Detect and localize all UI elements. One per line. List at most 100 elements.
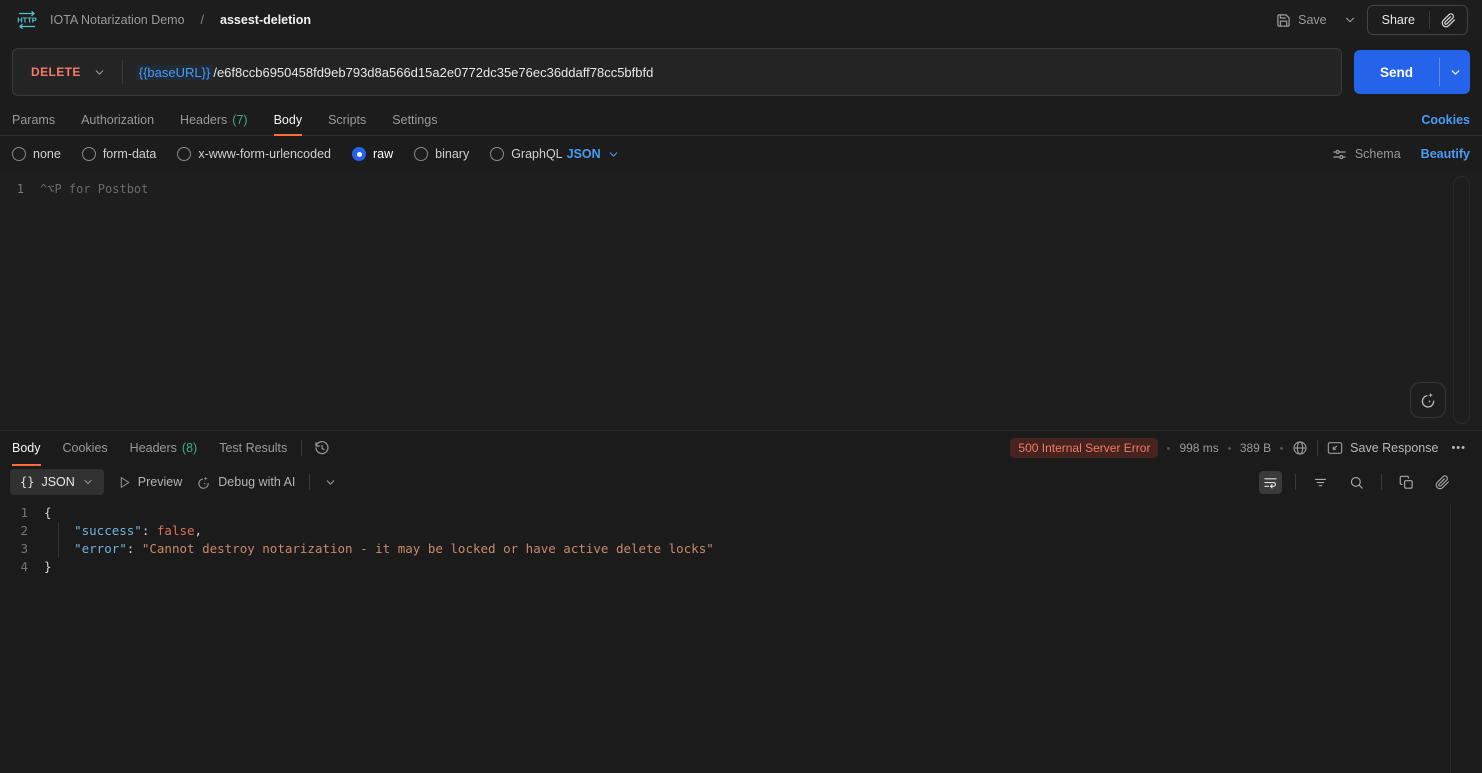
app-window: HTTP IOTA Notarization Demo / assest-del… <box>0 0 1482 773</box>
response-tab-body[interactable]: Body <box>12 431 41 465</box>
header-actions: Save Share <box>1270 5 1468 35</box>
postbot-button[interactable] <box>1410 382 1446 418</box>
code-text: "error": "Cannot destroy notarization - … <box>44 540 714 558</box>
breadcrumb: HTTP IOTA Notarization Demo / assest-del… <box>14 10 311 30</box>
token-string: "Cannot destroy notarization - it may be… <box>142 541 714 556</box>
response-tabs-row: Body Cookies Headers(8) Test Results 500 In… <box>0 431 1482 465</box>
share-button[interactable]: Share <box>1368 6 1429 34</box>
search-icon[interactable] <box>1345 471 1368 494</box>
token-punct: : <box>142 523 157 538</box>
filter-icon[interactable] <box>1309 471 1332 494</box>
body-mode-label: GraphQL <box>511 147 562 161</box>
beautify-button[interactable]: Beautify <box>1421 147 1470 161</box>
save-response-icon <box>1327 441 1343 455</box>
body-mode-label: form-data <box>103 147 157 161</box>
token-bool: false <box>157 523 195 538</box>
raw-language-label: JSON <box>567 147 601 161</box>
code-text: } <box>44 558 52 576</box>
breadcrumb-collection[interactable]: IOTA Notarization Demo <box>50 13 185 27</box>
url-input[interactable]: {{baseURL}}/e6f8ccb6950458fd9eb793d8a566… <box>123 65 654 80</box>
editor-scrollbar[interactable] <box>1453 176 1470 424</box>
body-mode-x-www-form-urlencoded[interactable]: x-www-form-urlencoded <box>177 147 331 161</box>
link-icon[interactable] <box>1431 471 1454 494</box>
debug-with-ai-button[interactable]: Debug with AI <box>196 475 295 490</box>
play-icon <box>118 476 131 489</box>
editor-line: 1 ^⌥P for Postbot <box>0 180 1482 198</box>
response-tab-headers[interactable]: Headers(8) <box>130 431 198 465</box>
tab-label: Cookies <box>63 441 108 455</box>
body-mode-none[interactable]: none <box>12 147 61 161</box>
status-badge[interactable]: 500 Internal Server Error <box>1010 438 1158 458</box>
braces-icon: {} <box>20 475 34 489</box>
request-body-editor[interactable]: 1 ^⌥P for Postbot <box>0 172 1482 430</box>
preview-button[interactable]: Preview <box>118 475 182 489</box>
request-tabs: Params Authorization Headers(7) Body Scripts… <box>12 104 437 135</box>
save-button[interactable]: Save <box>1270 9 1333 32</box>
token-key: "error" <box>44 541 127 556</box>
tab-body[interactable]: Body <box>274 104 303 135</box>
save-response-button[interactable]: Save Response <box>1327 441 1438 455</box>
copy-icon[interactable] <box>1395 471 1418 494</box>
response-tabs: Body Cookies Headers(8) Test Results <box>12 431 287 465</box>
tab-label: Authorization <box>81 113 154 127</box>
response-history-icon[interactable] <box>314 440 330 456</box>
tab-scripts[interactable]: Scripts <box>328 104 366 135</box>
radio-icon <box>414 147 428 161</box>
send-options-chevron-icon[interactable] <box>1440 50 1470 94</box>
tab-authorization[interactable]: Authorization <box>81 104 154 135</box>
url-path: /e6f8ccb6950458fd9eb793d8a566d15a2e0772d… <box>213 65 653 80</box>
body-mode-graphql[interactable]: GraphQL <box>490 147 562 161</box>
token-punct: : <box>127 541 142 556</box>
response-format-label: JSON <box>41 475 74 489</box>
code-line: 3 "error": "Cannot destroy notarization … <box>0 540 1482 558</box>
method-selector[interactable]: DELETE <box>13 65 122 79</box>
body-mode-binary[interactable]: binary <box>414 147 469 161</box>
send-button[interactable]: Send <box>1354 50 1439 94</box>
response-scrollbar-track <box>1450 504 1451 773</box>
header-bar: HTTP IOTA Notarization Demo / assest-del… <box>0 0 1482 40</box>
more-options-icon[interactable]: ••• <box>1447 440 1470 456</box>
response-code-lines: 1{2 "success": false,3 "error": "Cannot … <box>0 504 1482 576</box>
line-number: 3 <box>0 540 44 558</box>
body-mode-radios: none form-data x-www-form-urlencoded raw bin… <box>12 147 563 161</box>
code-line: 2 "success": false, <box>0 522 1482 540</box>
schema-button[interactable]: Schema <box>1332 147 1401 162</box>
token-punct: { <box>44 505 52 520</box>
raw-language-select[interactable]: JSON <box>567 147 620 161</box>
tab-label: Scripts <box>328 113 366 127</box>
radio-icon <box>82 147 96 161</box>
sliders-icon <box>1332 147 1347 162</box>
body-mode-form-data[interactable]: form-data <box>82 147 157 161</box>
editor-line-number: 1 <box>0 180 40 198</box>
body-mode-raw[interactable]: raw <box>352 147 393 161</box>
tab-headers[interactable]: Headers(7) <box>180 104 248 135</box>
response-meta: 500 Internal Server Error 998 ms 389 B S… <box>1010 438 1470 458</box>
tab-label: Body <box>12 441 41 455</box>
line-number: 4 <box>0 558 44 576</box>
response-time[interactable]: 998 ms <box>1179 441 1218 455</box>
body-mode-row: none form-data x-www-form-urlencoded raw bin… <box>0 136 1482 172</box>
http-request-icon: HTTP <box>14 10 40 30</box>
save-options-chevron-icon[interactable] <box>1343 13 1357 27</box>
code-text: "success": false, <box>44 522 202 540</box>
breadcrumb-separator: / <box>201 13 204 27</box>
cookies-link[interactable]: Cookies <box>1421 113 1470 127</box>
response-tab-cookies[interactable]: Cookies <box>63 431 108 465</box>
line-number: 2 <box>0 522 44 540</box>
response-tab-test-results[interactable]: Test Results <box>219 431 287 465</box>
breadcrumb-request-name[interactable]: assest-deletion <box>220 13 311 27</box>
tab-settings[interactable]: Settings <box>392 104 437 135</box>
wrap-text-icon[interactable] <box>1259 471 1282 494</box>
network-globe-icon[interactable] <box>1292 440 1308 456</box>
response-format-select[interactable]: {} JSON <box>10 469 104 495</box>
postbot-sparkle-icon <box>1419 391 1437 409</box>
radio-icon <box>12 147 26 161</box>
dot-separator <box>1228 447 1231 450</box>
tab-label: Params <box>12 113 55 127</box>
tab-params[interactable]: Params <box>12 104 55 135</box>
tab-label: Test Results <box>219 441 287 455</box>
viewer-options-chevron-icon[interactable] <box>324 476 337 489</box>
copy-link-icon[interactable] <box>1430 6 1467 34</box>
response-size[interactable]: 389 B <box>1240 441 1271 455</box>
response-body-viewer[interactable]: 1{2 "success": false,3 "error": "Cannot … <box>0 499 1482 773</box>
